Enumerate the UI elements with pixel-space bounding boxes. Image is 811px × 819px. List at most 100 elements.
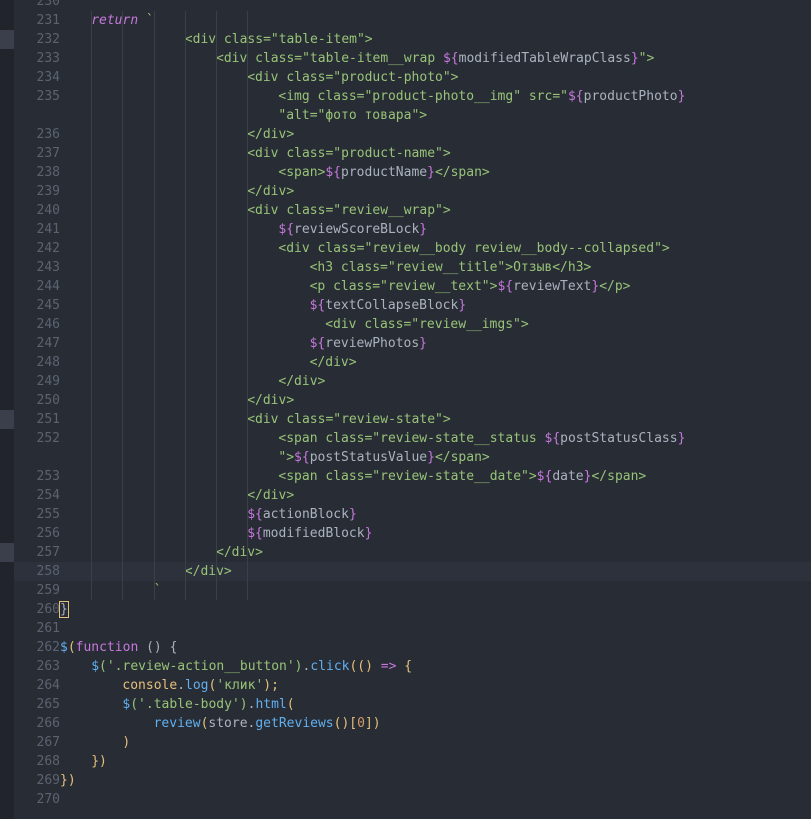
- code-line[interactable]: </div>: [310, 353, 357, 372]
- code-token: <div class="table-item">: [184, 32, 373, 47]
- code-line[interactable]: <span>${productName}</span>: [278, 163, 489, 182]
- code-line[interactable]: }): [60, 771, 76, 790]
- code-line[interactable]: <p class="review__text">${reviewText}</p…: [310, 277, 631, 296]
- line-marker: [0, 30, 14, 49]
- code-token: }: [458, 298, 467, 313]
- code-token: ${: [325, 165, 342, 180]
- line-marker: [0, 410, 14, 429]
- code-line[interactable]: ${actionBlock}: [247, 505, 357, 524]
- code-token: );: [263, 678, 279, 693]
- code-token: =>: [380, 659, 397, 674]
- code-line[interactable]: <div class="review__imgs">: [325, 315, 529, 334]
- code-token: <div class="review__wrap">: [247, 203, 451, 218]
- code-line[interactable]: ): [122, 733, 130, 752]
- indent-guide: [153, 11, 155, 600]
- code-line[interactable]: ${modifiedBlock}: [247, 524, 372, 543]
- code-token: </span>: [591, 469, 647, 484]
- code-line[interactable]: <span class="review-state__status ${post…: [278, 429, 685, 448]
- code-line[interactable]: </div>: [247, 125, 294, 144]
- code-line[interactable]: <h3 class="review__title">Отзыв</h3>: [310, 258, 592, 277]
- code-token: 'клик': [216, 678, 264, 693]
- code-token: productPhoto: [583, 89, 678, 104]
- code-token: <div class="table-item__wrap: [216, 51, 443, 66]
- code-token: `: [138, 13, 154, 28]
- code-line[interactable]: }: [59, 600, 69, 619]
- code-line[interactable]: </div>: [247, 486, 294, 505]
- code-token: actionBlock: [262, 507, 349, 522]
- code-token: }: [364, 526, 373, 541]
- indent-guide: [216, 11, 217, 600]
- indent-guide: [184, 11, 186, 600]
- line-number: 239: [36, 184, 60, 199]
- line-number-gutter: 230 231 232 233 234 235 236 237 238 239 240 241 242 2…: [14, 0, 60, 819]
- code-line[interactable]: <div class="review__body review__body--c…: [278, 239, 669, 258]
- code-token: }: [348, 507, 357, 522]
- code-line[interactable]: ${textCollapseBlock}: [310, 296, 467, 315]
- code-line[interactable]: ${reviewPhotos}: [310, 334, 427, 353]
- code-token: review: [153, 716, 201, 731]
- indent-guide: [122, 11, 124, 600]
- code-line[interactable]: review(store.getReviews()[0]): [154, 714, 381, 733]
- code-token: ">: [638, 51, 655, 66]
- line-number: 255: [36, 507, 60, 522]
- code-token: {: [396, 659, 413, 674]
- code-line[interactable]: $(function () {: [60, 638, 177, 657]
- line-number: 264: [36, 678, 60, 693]
- code-token: </span>: [434, 165, 490, 180]
- code-token: </p>: [599, 279, 631, 294]
- line-number: 258: [36, 564, 60, 579]
- code-line[interactable]: ${reviewScoreBLock}: [278, 220, 427, 239]
- code-line[interactable]: ">${postStatusValue}</span>: [278, 448, 489, 467]
- code-token: function: [75, 640, 139, 655]
- code-line[interactable]: <span class="review-state__date">${date}…: [278, 467, 646, 486]
- code-line[interactable]: <img class="product-photo__img" src="${p…: [278, 87, 685, 106]
- code-line[interactable]: </div>: [278, 372, 325, 391]
- line-number: 231: [36, 13, 60, 28]
- line-number: 270: [36, 792, 60, 807]
- code-token: }: [427, 165, 435, 180]
- code-token: .: [177, 678, 186, 693]
- code-token: click: [310, 659, 350, 674]
- line-number: 267: [36, 735, 60, 750]
- line-number: 234: [36, 70, 60, 85]
- code-token: }: [419, 336, 427, 351]
- code-token: <p class="review__text">: [309, 279, 498, 294]
- code-line[interactable]: <div class="review__wrap">: [247, 201, 451, 220]
- code-token: $: [91, 659, 100, 674]
- code-token: log: [185, 678, 209, 693]
- code-line[interactable]: <div class="table-item__wrap ${modifiedT…: [216, 49, 654, 68]
- code-line[interactable]: <div class="review-state">: [247, 410, 451, 429]
- code-line[interactable]: $('.table-body').html(: [122, 695, 294, 714]
- code-line[interactable]: </div>: [216, 543, 263, 562]
- line-number: [14, 448, 60, 467]
- code-line[interactable]: <div class="table-item">: [185, 30, 373, 49]
- line-number: 265: [36, 697, 60, 712]
- code-line[interactable]: </div>: [185, 562, 232, 581]
- line-number: 251: [36, 412, 60, 427]
- code-token: ${: [247, 507, 263, 522]
- code-line[interactable]: <div class="product-name">: [247, 144, 451, 163]
- code-token: ${: [497, 279, 514, 294]
- code-line[interactable]: "alt="фото товара">: [278, 106, 427, 125]
- code-token: ((): [349, 659, 381, 674]
- code-area[interactable]: return ` <div class="table-item"> <div cla…: [59, 0, 811, 819]
- code-line[interactable]: <div class="product-photo">: [247, 68, 458, 87]
- code-token: ${: [278, 222, 295, 237]
- code-token: modifiedTableWrapClass: [458, 51, 631, 66]
- line-number: 244: [36, 279, 60, 294]
- indent-guide: [247, 11, 249, 600]
- code-line[interactable]: console.log('клик');: [122, 676, 279, 695]
- code-line[interactable]: `: [154, 581, 162, 600]
- code-editor[interactable]: 230 231 232 233 234 235 236 237 238 239 240 241 242 2…: [0, 0, 811, 819]
- code-token: }: [59, 601, 69, 618]
- code-token: html: [255, 697, 287, 712]
- code-token: <span class="review-state__date">: [278, 469, 537, 484]
- code-line[interactable]: $('.review-action__button').click(() => …: [91, 657, 412, 676]
- code-token: ${: [294, 450, 310, 465]
- code-token: }: [419, 222, 428, 237]
- code-token: </div>: [216, 545, 263, 560]
- code-token: ('.review-action__button'): [99, 659, 303, 674]
- code-line[interactable]: }): [91, 752, 107, 771]
- code-line[interactable]: </div>: [247, 182, 294, 201]
- code-line[interactable]: </div>: [247, 391, 294, 410]
